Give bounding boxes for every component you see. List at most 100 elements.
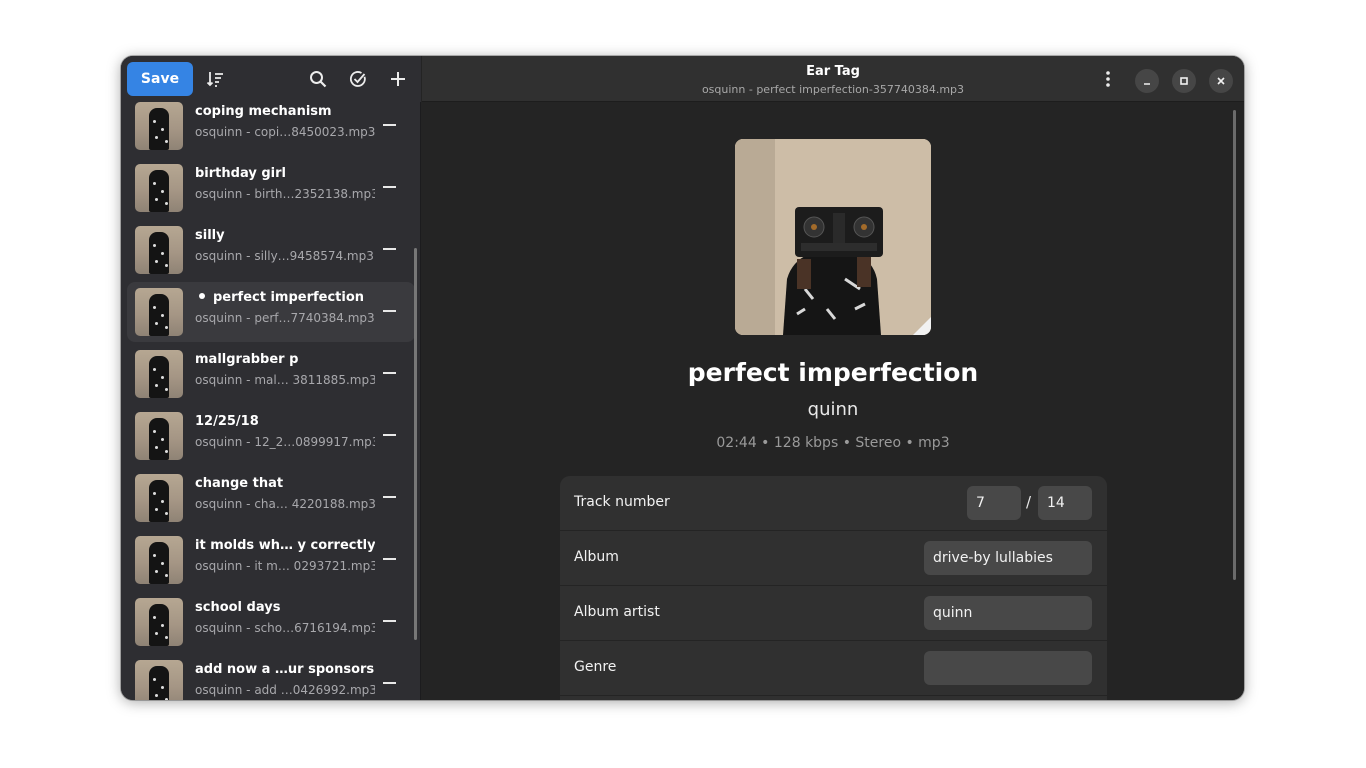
file-filename: osquinn - silly…9458574.mp3	[195, 249, 374, 263]
remove-file-icon[interactable]	[383, 496, 396, 498]
main-scrollbar[interactable]	[1233, 110, 1236, 580]
file-list-item[interactable]: add now a …ur sponsors osquinn - add …042…	[127, 654, 415, 700]
file-title-line: coping mechanism	[195, 104, 375, 119]
genre-label: Genre	[574, 659, 617, 675]
file-filename: osquinn - copi…8450023.mp3	[195, 125, 375, 139]
file-cover-thumbnail	[135, 660, 183, 700]
remove-file-icon[interactable]	[383, 682, 396, 684]
save-button[interactable]: Save	[127, 62, 193, 96]
track-artist: quinn	[807, 399, 859, 420]
close-icon	[1217, 77, 1225, 85]
close-button[interactable]	[1209, 69, 1233, 93]
tag-fields: Track number 7 / 14 Album drive-by lulla…	[560, 476, 1107, 700]
file-cover-thumbnail	[135, 536, 183, 584]
file-title: it molds wh… y correctly	[195, 538, 375, 553]
album-art-image	[735, 139, 931, 335]
sidebar-scrollbar[interactable]	[414, 248, 417, 640]
remove-file-icon[interactable]	[383, 434, 396, 436]
file-list-item[interactable]: change that osquinn - cha… 4220188.mp3	[127, 468, 415, 528]
file-title: silly	[195, 228, 225, 243]
album-row: Album drive-by lullabies	[560, 531, 1107, 586]
remove-file-icon[interactable]	[383, 310, 396, 312]
genre-input[interactable]	[924, 651, 1092, 685]
remove-file-icon[interactable]	[383, 124, 396, 126]
file-list-item[interactable]: it molds wh… y correctly osquinn - it m… …	[127, 530, 415, 590]
sidebar-header: Save	[121, 56, 421, 102]
sort-button[interactable]	[199, 63, 231, 95]
search-icon	[310, 71, 327, 88]
file-cover-thumbnail	[135, 474, 183, 522]
file-filename: osquinn - it m… 0293721.mp3	[195, 559, 375, 573]
maximize-button[interactable]	[1172, 69, 1196, 93]
file-cover-thumbnail	[135, 598, 183, 646]
file-title-line: change that	[195, 476, 375, 491]
file-title-line: perfect imperfection	[195, 290, 375, 305]
file-title: birthday girl	[195, 166, 286, 181]
file-title: mallgrabber p	[195, 352, 299, 367]
remove-file-icon[interactable]	[383, 186, 396, 188]
file-title-line: add now a …ur sponsors	[195, 662, 375, 677]
select-mode-button[interactable]	[342, 63, 374, 95]
track-number-label: Track number	[574, 494, 670, 510]
file-list: coping mechanism osquinn - copi…8450023.m…	[121, 102, 421, 700]
file-filename: osquinn - 12_2…0899917.mp3	[195, 435, 375, 449]
file-title: add now a …ur sponsors	[195, 662, 375, 677]
file-list-item[interactable]: 12/25/18 osquinn - 12_2…0899917.mp3	[127, 406, 415, 466]
track-number-row: Track number 7 / 14	[560, 476, 1107, 531]
file-list-item[interactable]: school days osquinn - scho…6716194.mp3	[127, 592, 415, 652]
track-title: perfect imperfection	[687, 358, 979, 387]
maximize-icon	[1180, 77, 1188, 85]
file-cover-thumbnail	[135, 350, 183, 398]
file-filename: osquinn - cha… 4220188.mp3	[195, 497, 375, 511]
file-cover-thumbnail	[135, 412, 183, 460]
album-artist-row: Album artist quinn	[560, 586, 1107, 641]
search-button[interactable]	[302, 63, 334, 95]
file-title: school days	[195, 600, 281, 615]
file-cover-thumbnail	[135, 288, 183, 336]
genre-row: Genre	[560, 641, 1107, 696]
check-circle-icon	[349, 71, 366, 87]
track-number-input[interactable]: 7	[967, 486, 1021, 520]
file-title-line: silly	[195, 228, 375, 243]
file-title: change that	[195, 476, 284, 491]
sort-icon	[206, 72, 223, 87]
file-list-item[interactable]: silly osquinn - silly…9458574.mp3	[127, 220, 415, 280]
file-filename: osquinn - mal… 3811885.mp3	[195, 373, 375, 387]
file-sidebar: Save coping mechanism osquinn - copi…845…	[121, 56, 421, 700]
file-title: perfect imperfection	[213, 290, 365, 305]
album-label: Album	[574, 549, 619, 565]
file-list-item[interactable]: mallgrabber p osquinn - mal… 3811885.mp3	[127, 344, 415, 404]
file-title-line: mallgrabber p	[195, 352, 375, 367]
kebab-menu-icon	[1106, 71, 1110, 87]
file-cover-thumbnail	[135, 164, 183, 212]
track-info: 02:44 • 128 kbps • Stereo • mp3	[716, 435, 950, 451]
file-filename: osquinn - perf…7740384.mp3	[195, 311, 375, 325]
file-filename: osquinn - birth…2352138.mp3	[195, 187, 375, 201]
plus-icon	[391, 72, 405, 86]
minimize-button[interactable]	[1135, 69, 1159, 93]
file-list-item[interactable]: birthday girl osquinn - birth…2352138.mp3	[127, 158, 415, 218]
album-cover[interactable]	[735, 139, 931, 335]
file-title-line: it molds wh… y correctly	[195, 538, 375, 553]
file-title: 12/25/18	[195, 414, 259, 429]
track-separator: /	[1026, 493, 1032, 511]
main-menu-button[interactable]	[1092, 63, 1124, 95]
track-total-input[interactable]: 14	[1038, 486, 1092, 520]
remove-file-icon[interactable]	[383, 372, 396, 374]
file-filename: osquinn - scho…6716194.mp3	[195, 621, 375, 635]
remove-file-icon[interactable]	[383, 620, 396, 622]
file-cover-thumbnail	[135, 102, 183, 150]
file-title-line: birthday girl	[195, 166, 375, 181]
album-artist-label: Album artist	[574, 604, 660, 620]
album-input[interactable]: drive-by lullabies	[924, 541, 1092, 575]
file-list-item[interactable]: perfect imperfection osquinn - perf…77403…	[127, 282, 415, 342]
file-filename: osquinn - add …0426992.mp3	[195, 683, 375, 697]
file-title-line: 12/25/18	[195, 414, 375, 429]
album-artist-input[interactable]: quinn	[924, 596, 1092, 630]
add-file-button[interactable]	[382, 63, 414, 95]
main-pane: Ear Tag osquinn - perfect imperfection-3…	[422, 56, 1244, 700]
remove-file-icon[interactable]	[383, 248, 396, 250]
file-title-line: school days	[195, 600, 375, 615]
remove-file-icon[interactable]	[383, 558, 396, 560]
file-list-item[interactable]: coping mechanism osquinn - copi…8450023.m…	[127, 102, 415, 156]
